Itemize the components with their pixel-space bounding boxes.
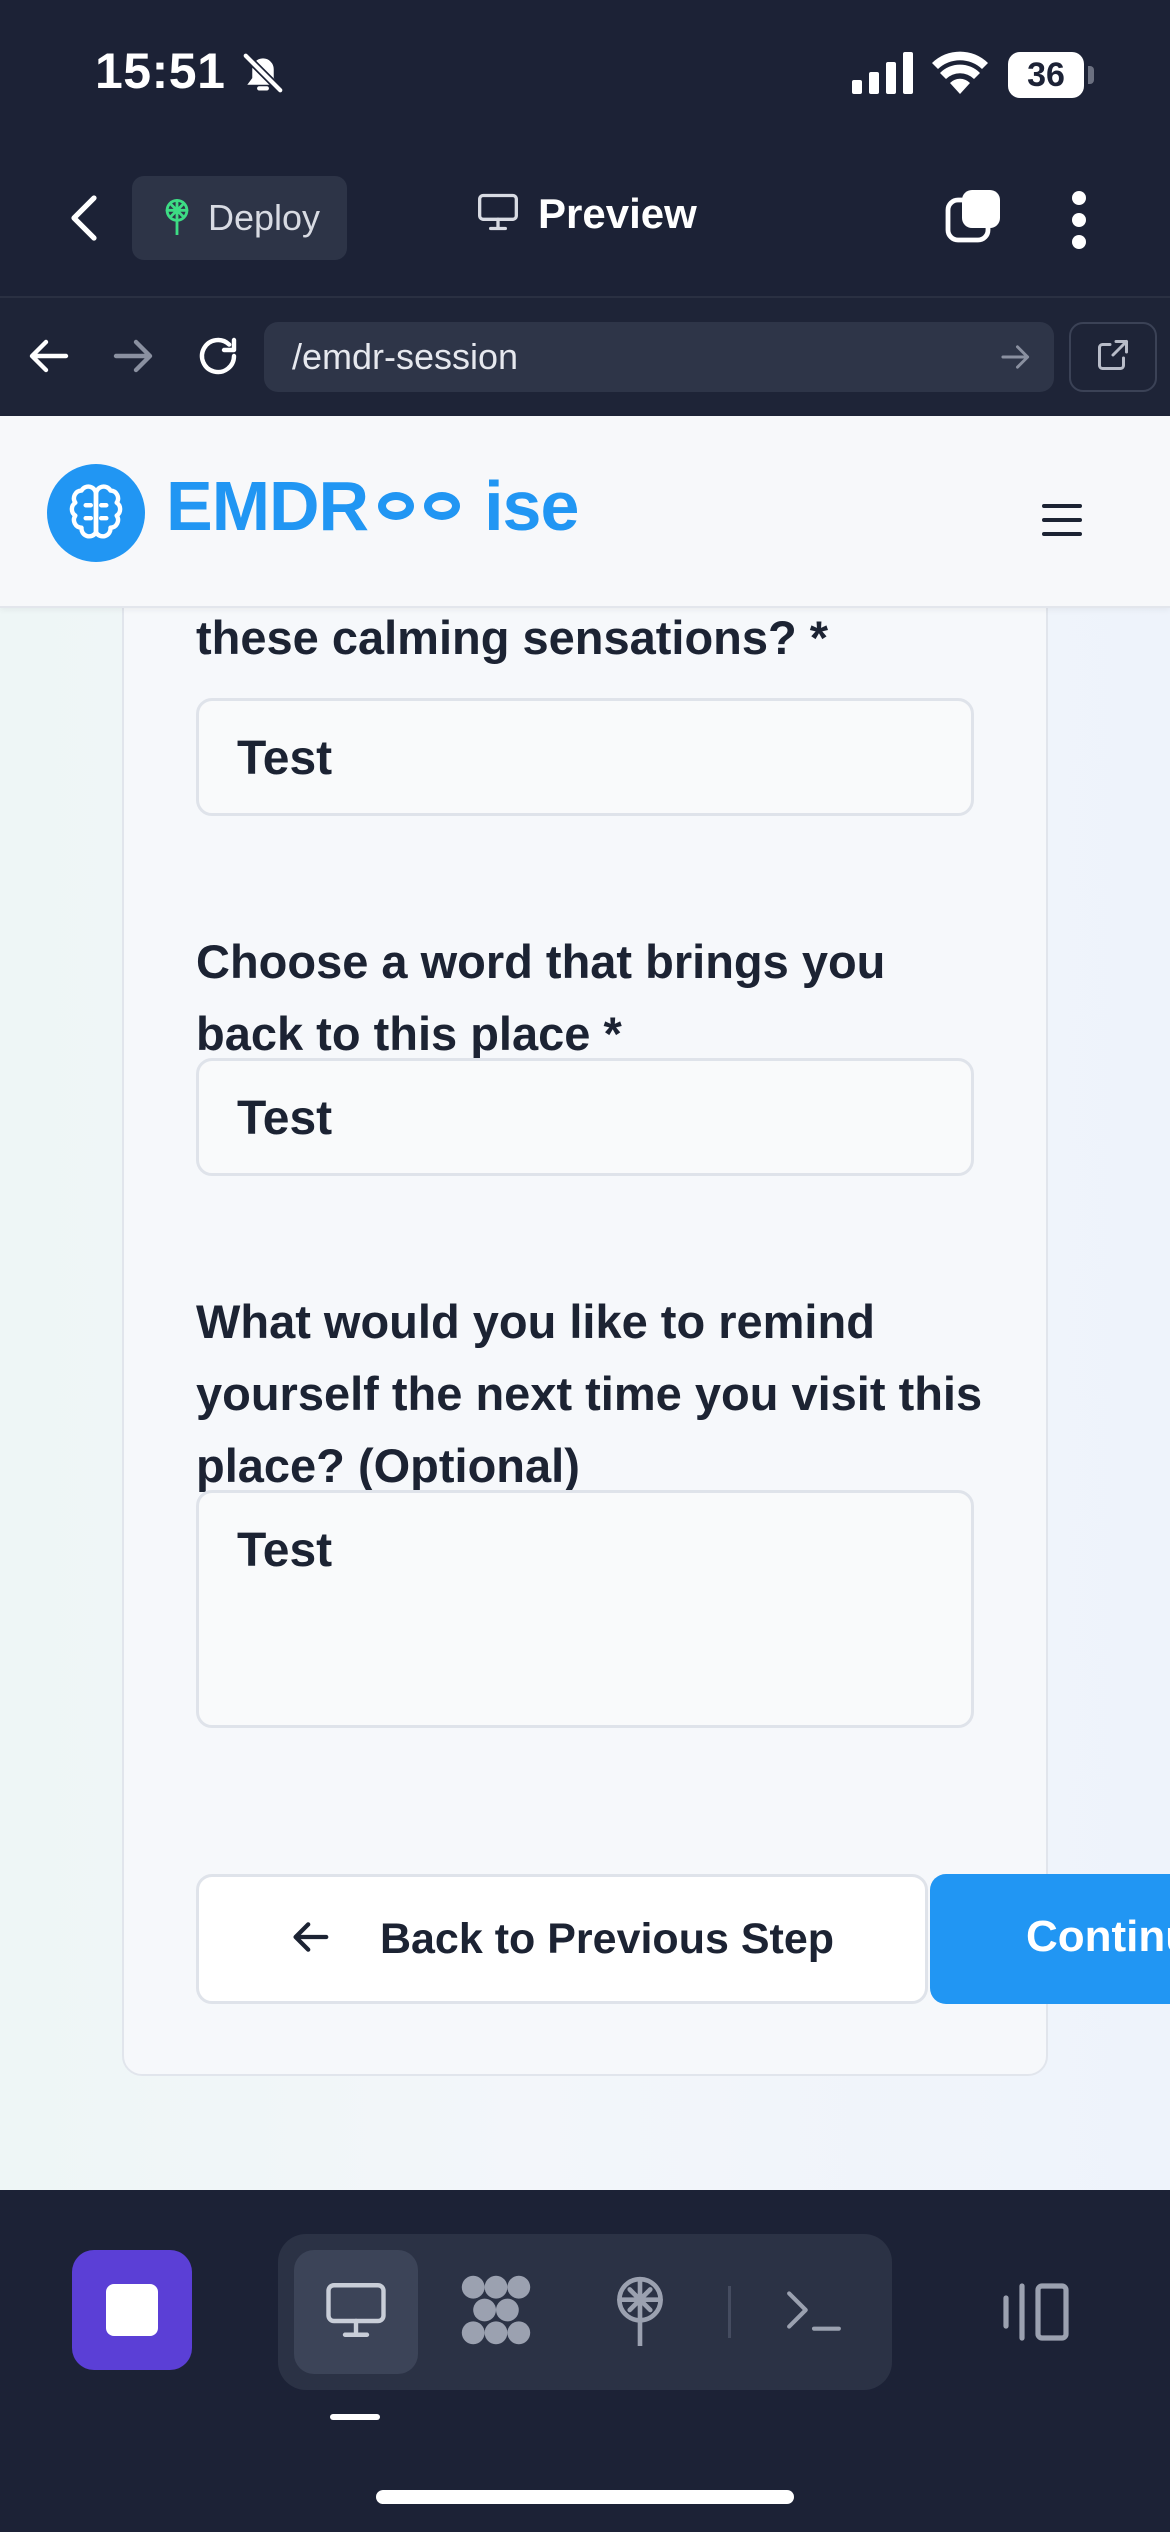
external-link-icon — [1095, 337, 1131, 378]
arrow-right-icon[interactable] — [112, 336, 156, 381]
deploy-view-button[interactable] — [578, 2250, 702, 2374]
battery-icon: 36 — [1008, 52, 1084, 98]
tabs-icon[interactable] — [944, 188, 1004, 253]
terminal-icon — [785, 2287, 843, 2338]
url-text: /emdr-session — [292, 336, 519, 377]
logo-suffix: ise — [484, 467, 579, 545]
arrow-left-icon — [290, 1919, 330, 1960]
back-button-label: Back to Previous Step — [379, 1914, 835, 1963]
deploy-label: Deploy — [208, 197, 321, 238]
bell-slash-icon — [240, 50, 286, 101]
signal-icon — [852, 52, 916, 99]
deploy-icon — [160, 197, 194, 240]
calming-sensations-input[interactable]: Test — [196, 698, 974, 816]
remind-yourself-textarea[interactable]: Test — [196, 1490, 974, 1728]
stop-button[interactable] — [72, 2250, 192, 2370]
question-remind-yourself: What would you like to remind yourself t… — [196, 1295, 983, 1492]
home-indicator — [376, 2490, 794, 2504]
calming-sensations-value: Test — [237, 732, 333, 785]
kebab-menu-icon[interactable] — [1066, 188, 1092, 257]
browser-bar: /emdr-session — [0, 296, 1170, 416]
wifi-icon — [932, 50, 988, 99]
preview-label: Preview — [538, 190, 697, 237]
status-time: 15:51 — [95, 43, 226, 99]
logo-eyes-icon — [378, 492, 470, 520]
apps-icon — [458, 2272, 534, 2353]
monitor-icon — [323, 2279, 389, 2346]
remind-yourself-value: Test — [237, 1524, 333, 1577]
status-bar: 15:51 36 — [0, 0, 1170, 150]
question-choose-word: Choose a word that brings you back to th… — [196, 935, 886, 1060]
chevron-left-icon[interactable] — [62, 190, 106, 251]
open-external-button[interactable] — [1069, 322, 1157, 392]
web-page: these calming sensations? * Test Choose … — [0, 416, 1170, 2190]
go-arrow-icon[interactable] — [1000, 342, 1032, 377]
choose-word-input[interactable]: Test — [196, 1058, 974, 1176]
continue-button-label: Continue — [1026, 1912, 1170, 1961]
view-switcher — [278, 2234, 892, 2390]
arrow-left-icon[interactable] — [26, 336, 70, 381]
reload-icon[interactable] — [194, 332, 242, 385]
battery-tip — [1088, 66, 1094, 84]
url-field[interactable]: /emdr-session — [264, 322, 1054, 392]
segment-divider — [728, 2286, 731, 2338]
deploy-button[interactable]: Deploy — [132, 176, 347, 260]
question-calming-sensations: these calming sensations? * — [196, 611, 829, 664]
apps-view-button[interactable] — [434, 2250, 558, 2374]
preview-tab[interactable]: Preview — [476, 190, 697, 238]
bottom-dock — [0, 2190, 1170, 2532]
back-to-previous-step-button[interactable]: Back to Previous Step — [196, 1874, 928, 2004]
preview-view-button[interactable] — [294, 2250, 418, 2374]
terminal-view-button[interactable] — [752, 2250, 876, 2374]
continue-button[interactable]: Continue — [930, 1874, 1170, 2004]
choose-word-value: Test — [237, 1092, 333, 1145]
deploy-icon — [609, 2274, 671, 2351]
logo-prefix: EMDR — [166, 467, 369, 545]
site-header: EMDR ise — [0, 416, 1170, 608]
brain-logo-icon[interactable] — [47, 464, 145, 562]
app-toolbar: Deploy Preview — [0, 150, 1170, 296]
stop-icon — [106, 2284, 158, 2336]
active-view-indicator — [330, 2414, 380, 2420]
sidebar-icon[interactable] — [998, 2278, 1072, 2349]
site-logo[interactable]: EMDR ise — [166, 466, 579, 546]
hamburger-menu-icon[interactable] — [1040, 502, 1084, 543]
monitor-icon — [476, 191, 520, 238]
